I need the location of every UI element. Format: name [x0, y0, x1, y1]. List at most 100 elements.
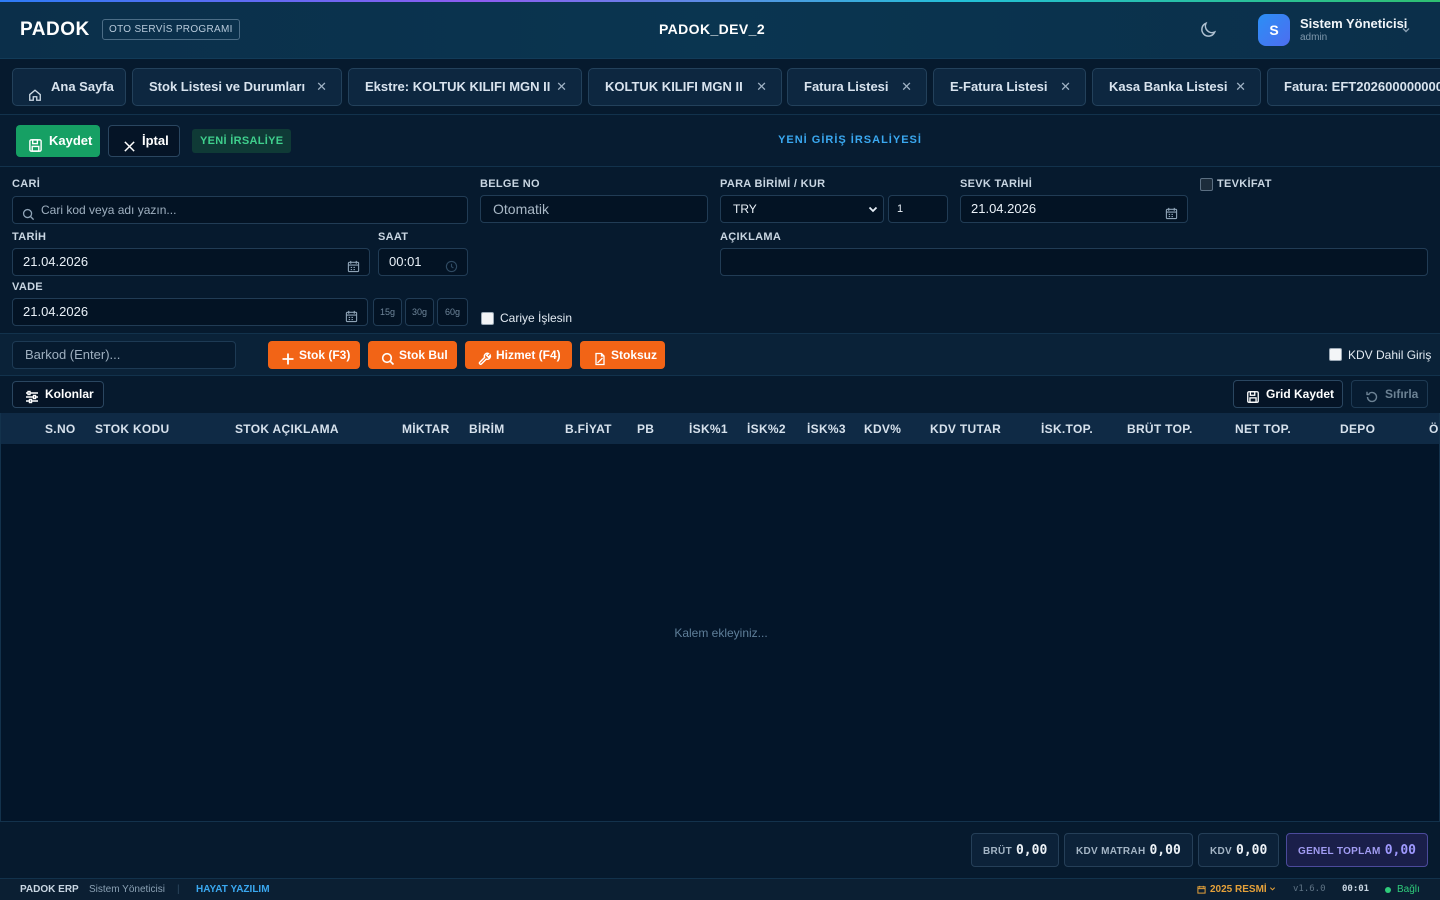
column-header[interactable]: İSK%2 [747, 422, 786, 436]
close-icon[interactable]: ✕ [1235, 69, 1246, 105]
column-header[interactable]: NET TOP. [1235, 422, 1291, 436]
grand-total-value: 0,00 [1384, 843, 1416, 858]
tab-ana-sayfa[interactable]: Ana Sayfa [12, 68, 126, 106]
column-header[interactable]: PB [637, 422, 654, 436]
tab-stok-listesi[interactable]: Stok Listesi ve Durumları ✕ [132, 68, 342, 106]
action-bar: Kaydet İptal YENİ İRSALİYE YENİ GİRİŞ İR… [0, 115, 1440, 167]
column-header[interactable]: BİRİM [469, 422, 505, 436]
add-service-button[interactable]: Hizmet (F4) [465, 341, 572, 369]
status-period[interactable]: 2025 RESMİ [1210, 879, 1276, 900]
chevron-down-icon [1400, 23, 1412, 35]
cari-search-input[interactable]: Cari kod veya adı yazın... [12, 196, 468, 224]
column-header[interactable]: KDV TUTAR [930, 422, 1001, 436]
kdv-matrah-label: KDV MATRAH [1076, 846, 1146, 857]
status-connection: Bağlı [1397, 884, 1420, 895]
tab-koltuk-kilifi[interactable]: KOLTUK KILIFI MGN II ✕ [588, 68, 782, 106]
kdv-matrah-total: KDV MATRAH 0,00 [1064, 833, 1193, 867]
close-icon[interactable]: ✕ [901, 69, 912, 105]
close-icon[interactable]: ✕ [316, 69, 327, 105]
column-header[interactable]: B.FİYAT [565, 422, 612, 436]
currency-value: TRY [733, 202, 757, 216]
connection-status-dot-icon [1385, 887, 1391, 893]
top-header: PADOK OTO SERVİS PROGRAMI PADOK_DEV_2 S … [0, 0, 1440, 59]
reset-button[interactable]: Sıfırla [1351, 380, 1428, 408]
barcode-input[interactable]: Barkod (Enter)... [12, 341, 236, 369]
status-user: Sistem Yöneticisi [89, 884, 165, 895]
user-menu[interactable]: S Sistem Yöneticisi admin [1258, 13, 1428, 47]
column-header[interactable]: STOK KODU [95, 422, 169, 436]
tab-label: KOLTUK KILIFI MGN II [605, 79, 743, 94]
grid-save-button[interactable]: Grid Kaydet [1233, 380, 1343, 408]
status-company[interactable]: HAYAT YAZILIM [196, 879, 270, 900]
vade-60g-button[interactable]: 60g [437, 298, 468, 326]
grid-save-label: Grid Kaydet [1266, 387, 1335, 401]
calendar-icon[interactable] [347, 256, 360, 273]
kdv-matrah-value: 0,00 [1149, 843, 1181, 858]
tab-label: Kasa Banka Listesi [1109, 79, 1228, 94]
save-icon [1246, 387, 1260, 403]
grid-toolbar: Kolonlar Grid Kaydet Sıfırla [0, 376, 1440, 413]
aciklama-input[interactable] [720, 248, 1428, 276]
tevkifat-checkbox[interactable] [1200, 178, 1213, 191]
tab-ekstre[interactable]: Ekstre: KOLTUK KILIFI MGN II ✕ [348, 68, 582, 106]
column-header[interactable]: KDV% [864, 422, 901, 436]
aciklama-label: AÇIKLAMA [720, 231, 782, 243]
tab-e-fatura-listesi[interactable]: E-Fatura Listesi ✕ [933, 68, 1086, 106]
save-button[interactable]: Kaydet [16, 125, 100, 157]
column-header[interactable]: S.NO [45, 422, 76, 436]
column-header[interactable]: İSK%1 [689, 422, 728, 436]
tarih-input[interactable]: 21.04.2026 [12, 248, 370, 276]
document-title: YENİ GİRİŞ İRSALİYESİ [778, 134, 922, 146]
sevk-tarihi-input[interactable]: 21.04.2026 [960, 195, 1188, 223]
vade-value: 21.04.2026 [23, 304, 89, 319]
column-header[interactable]: İSK.TOP. [1041, 422, 1093, 436]
calendar-icon[interactable] [345, 306, 358, 323]
document-icon [593, 348, 607, 366]
theme-toggle-moon-icon[interactable] [1198, 20, 1218, 40]
avatar: S [1258, 14, 1290, 46]
cariye-islesin-checkbox[interactable] [481, 312, 494, 325]
belge-no-input[interactable]: Otomatik [480, 195, 708, 223]
find-stock-label: Stok Bul [399, 348, 448, 362]
column-header[interactable]: Ö [1429, 422, 1439, 436]
non-stock-button[interactable]: Stoksuz [580, 341, 665, 369]
tab-fatura-eft[interactable]: Fatura: EFT2026000000005 [1267, 68, 1440, 106]
saat-label: SAAT [378, 231, 409, 243]
close-icon[interactable]: ✕ [1060, 69, 1071, 105]
vade-15g-button[interactable]: 15g [373, 298, 402, 326]
clock-icon[interactable] [445, 256, 458, 273]
column-header[interactable]: DEPO [1340, 422, 1375, 436]
sevk-tarihi-label: SEVK TARİHİ [960, 178, 1033, 190]
columns-label: Kolonlar [45, 387, 94, 401]
close-icon[interactable]: ✕ [556, 69, 567, 105]
empty-grid-message: Kalem ekleyiniz... [674, 626, 768, 640]
vade-30g-button[interactable]: 30g [405, 298, 434, 326]
user-role: admin [1300, 32, 1328, 43]
sliders-icon [25, 388, 39, 404]
chevron-down-icon [1269, 884, 1276, 895]
tab-label: Fatura Listesi [804, 79, 889, 94]
tab-label: E-Fatura Listesi [950, 79, 1048, 94]
saat-input[interactable]: 00:01 [378, 248, 468, 276]
column-header[interactable]: STOK AÇIKLAMA [235, 422, 339, 436]
cancel-button[interactable]: İptal [108, 125, 180, 157]
close-icon[interactable]: ✕ [756, 69, 767, 105]
vade-input[interactable]: 21.04.2026 [12, 298, 368, 326]
exchange-rate-input[interactable]: 1 [888, 195, 948, 223]
find-stock-button[interactable]: Stok Bul [368, 341, 457, 369]
currency-select[interactable]: TRY [720, 195, 884, 223]
calendar-icon[interactable] [1165, 203, 1178, 220]
kdv-dahil-checkbox[interactable] [1329, 348, 1342, 361]
add-stock-button[interactable]: Stok (F3) [268, 341, 360, 369]
sevk-tarihi-value: 21.04.2026 [971, 201, 1037, 216]
tab-kasa-banka[interactable]: Kasa Banka Listesi ✕ [1092, 68, 1261, 106]
status-bar: PADOK ERP Sistem Yöneticisi | HAYAT YAZI… [0, 878, 1440, 900]
column-header[interactable]: BRÜT TOP. [1127, 422, 1193, 436]
column-header[interactable]: İSK%3 [807, 422, 846, 436]
tarih-value: 21.04.2026 [23, 254, 89, 269]
columns-button[interactable]: Kolonlar [12, 381, 104, 408]
column-header[interactable]: MİKTAR [402, 422, 450, 436]
tab-fatura-listesi[interactable]: Fatura Listesi ✕ [787, 68, 927, 106]
tab-label: Ekstre: KOLTUK KILIFI MGN II [365, 79, 551, 94]
status-period-label: 2025 RESMİ [1210, 884, 1267, 895]
